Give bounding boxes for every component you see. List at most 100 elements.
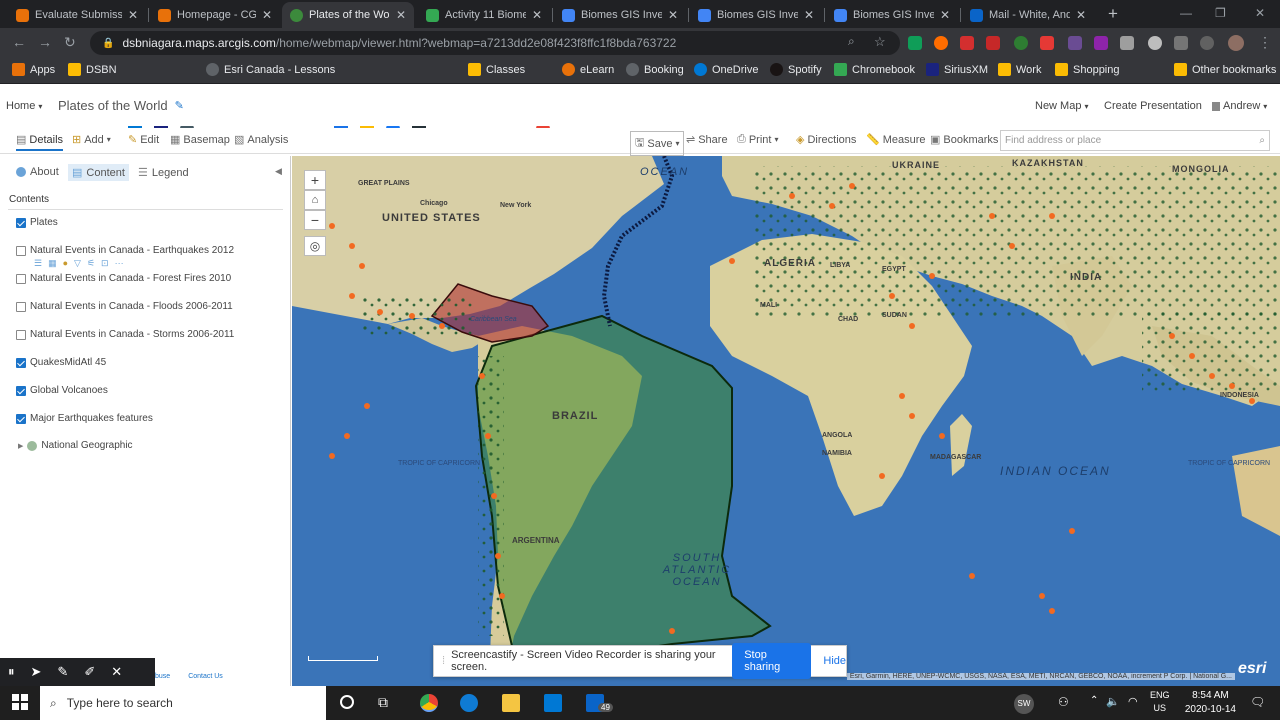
- bookmark-elearn[interactable]: eLearn: [562, 63, 614, 76]
- bookmark-apps[interactable]: Apps: [12, 63, 55, 76]
- extension-icon[interactable]: [960, 36, 974, 50]
- profile-icon[interactable]: [1200, 36, 1214, 50]
- url-input[interactable]: 🔒 dsbniagara.maps.arcgis.com/home/webmap…: [90, 31, 900, 55]
- home-menu[interactable]: Home ▾: [6, 100, 42, 112]
- pencil-icon[interactable]: ✎: [175, 99, 184, 112]
- layer-national-geographic[interactable]: ▶ National Geographic: [18, 440, 133, 451]
- minimize-button[interactable]: —: [1180, 6, 1192, 20]
- tab-plates-of-the-world[interactable]: Plates of the World✕: [282, 2, 414, 28]
- style-icon[interactable]: ●: [63, 258, 68, 269]
- windows-start-icon[interactable]: [12, 694, 28, 710]
- drag-handle-icon[interactable]: ⁞: [442, 655, 445, 667]
- extension-icon[interactable]: [986, 36, 1000, 50]
- new-tab-button[interactable]: +: [1103, 4, 1123, 24]
- layer-checkbox[interactable]: [16, 273, 26, 284]
- close-icon[interactable]: ✕: [532, 8, 542, 22]
- layer-checkbox[interactable]: [16, 217, 26, 228]
- extension-icon[interactable]: [1014, 36, 1028, 50]
- expand-triangle-icon[interactable]: ▶: [18, 442, 23, 450]
- layer-forest-fires-2010[interactable]: Natural Events in Canada - Forest Fires …: [16, 273, 231, 284]
- layer-checkbox[interactable]: [16, 301, 26, 312]
- menu-icon[interactable]: ⋮: [1258, 34, 1272, 51]
- chrome-icon[interactable]: [420, 694, 438, 712]
- basemap-button[interactable]: ▦ Basemap: [170, 133, 230, 147]
- tab-mail[interactable]: Mail - White, Andr ✕: [962, 2, 1094, 28]
- extension-icon[interactable]: [1120, 36, 1134, 50]
- cortana-icon[interactable]: [340, 695, 354, 709]
- notification-icon[interactable]: 🗨: [1250, 695, 1265, 709]
- cursor-icon[interactable]: ➤: [31, 664, 42, 680]
- details-button[interactable]: ▤ Details: [16, 133, 64, 151]
- extension-icon[interactable]: [1040, 36, 1054, 50]
- bookmark-dsbn[interactable]: DSBN: [68, 63, 117, 76]
- bookmark-booking[interactable]: Booking: [626, 63, 684, 76]
- more-icon[interactable]: ···: [115, 258, 124, 269]
- options-icon[interactable]: ⊡: [101, 258, 109, 269]
- task-view-icon[interactable]: ⧉: [378, 694, 388, 711]
- close-icon[interactable]: ✕: [940, 8, 950, 22]
- close-icon[interactable]: ✕: [262, 8, 272, 22]
- print-button[interactable]: ⎙ Print ▾: [737, 133, 778, 146]
- highlighter-icon[interactable]: ✐: [84, 664, 95, 680]
- hide-button[interactable]: Hide: [823, 655, 846, 667]
- bookmark-work[interactable]: Work: [998, 63, 1041, 76]
- edit-button[interactable]: ✎ Edit: [128, 133, 159, 147]
- tab-about[interactable]: About: [12, 164, 63, 180]
- zoom-out-button[interactable]: −: [304, 210, 326, 230]
- filter-icon[interactable]: ▽: [74, 258, 81, 269]
- back-button[interactable]: ←: [12, 34, 26, 50]
- layer-earthquakes-2012[interactable]: Natural Events in Canada - Earthquakes 2…: [16, 245, 234, 256]
- close-icon[interactable]: ✕: [804, 8, 814, 22]
- bookmark-chromebook[interactable]: Chromebook: [834, 63, 915, 76]
- layer-checkbox[interactable]: [16, 385, 26, 396]
- wifi-icon[interactable]: ◠: [1128, 695, 1138, 708]
- people-icon[interactable]: ⚇: [1058, 695, 1069, 709]
- zoom-search-icon[interactable]: ⌕: [848, 34, 855, 49]
- close-icon[interactable]: ✕: [128, 8, 138, 22]
- close-window-button[interactable]: ✕: [1255, 6, 1265, 20]
- tab-biomes-1[interactable]: Biomes GIS Investi✕: [554, 2, 686, 28]
- layer-quakes-midatl[interactable]: QuakesMidAtl 45: [16, 357, 106, 368]
- bookmark-spotify[interactable]: Spotify: [770, 63, 822, 76]
- layer-checkbox[interactable]: [16, 413, 26, 424]
- table-icon[interactable]: ▦: [48, 258, 57, 269]
- maximize-button[interactable]: ❐: [1215, 6, 1226, 20]
- share-button[interactable]: ⇌ Share: [686, 133, 728, 147]
- extension-icon[interactable]: [908, 36, 922, 50]
- tab-biomes-3[interactable]: Biomes GIS Investi✕: [826, 2, 958, 28]
- taskbar-search-input[interactable]: ⌕ Type here to search: [40, 686, 326, 720]
- create-presentation-link[interactable]: Create Presentation: [1104, 100, 1202, 112]
- chevron-up-icon[interactable]: ⌃: [1090, 695, 1098, 706]
- pen-icon[interactable]: ✎: [57, 664, 68, 680]
- extension-icon[interactable]: [1148, 36, 1162, 50]
- layer-storms[interactable]: Natural Events in Canada - Storms 2006-2…: [16, 329, 234, 340]
- file-explorer-icon[interactable]: [502, 694, 520, 712]
- layer-checkbox[interactable]: [16, 245, 26, 256]
- analysis-icon[interactable]: ⚟: [87, 258, 95, 269]
- bookmark-onedrive[interactable]: OneDrive: [694, 63, 758, 76]
- reload-button[interactable]: ↻: [64, 34, 76, 51]
- footer-link-contact[interactable]: Contact Us: [188, 673, 223, 680]
- zoom-in-button[interactable]: +: [304, 170, 326, 190]
- layer-plates[interactable]: Plates: [16, 217, 58, 228]
- edge-icon[interactable]: [460, 694, 478, 712]
- home-extent-button[interactable]: ⌂: [304, 190, 326, 210]
- volume-icon[interactable]: 🔈: [1106, 695, 1120, 708]
- search-icon[interactable]: ⌕: [1259, 135, 1265, 146]
- bookmark-shopping[interactable]: Shopping: [1055, 63, 1120, 76]
- save-button[interactable]: 🖫 Save ▾: [630, 131, 685, 156]
- add-button[interactable]: ⊞ Add ▾: [72, 133, 111, 147]
- tab-activity-11[interactable]: Activity 11 Biome ✕: [418, 2, 550, 28]
- stop-sharing-button[interactable]: Stop sharing: [732, 643, 812, 679]
- bookmark-other[interactable]: Other bookmarks: [1174, 63, 1276, 76]
- close-icon[interactable]: ✕: [1076, 8, 1086, 22]
- clock[interactable]: 8:54 AM 2020-10-14: [1185, 689, 1236, 717]
- tab-content[interactable]: ▤ Content: [68, 164, 129, 181]
- user-menu[interactable]: Andrew ▾: [1212, 100, 1267, 112]
- analysis-button[interactable]: ▧ Analysis: [234, 133, 288, 147]
- pause-icon[interactable]: ⏸: [8, 664, 15, 680]
- legend-icon[interactable]: ☰: [34, 258, 42, 269]
- puzzle-icon[interactable]: [1174, 36, 1188, 50]
- forward-button[interactable]: →: [38, 34, 52, 50]
- layer-major-earthquakes[interactable]: Major Earthquakes features: [16, 413, 153, 424]
